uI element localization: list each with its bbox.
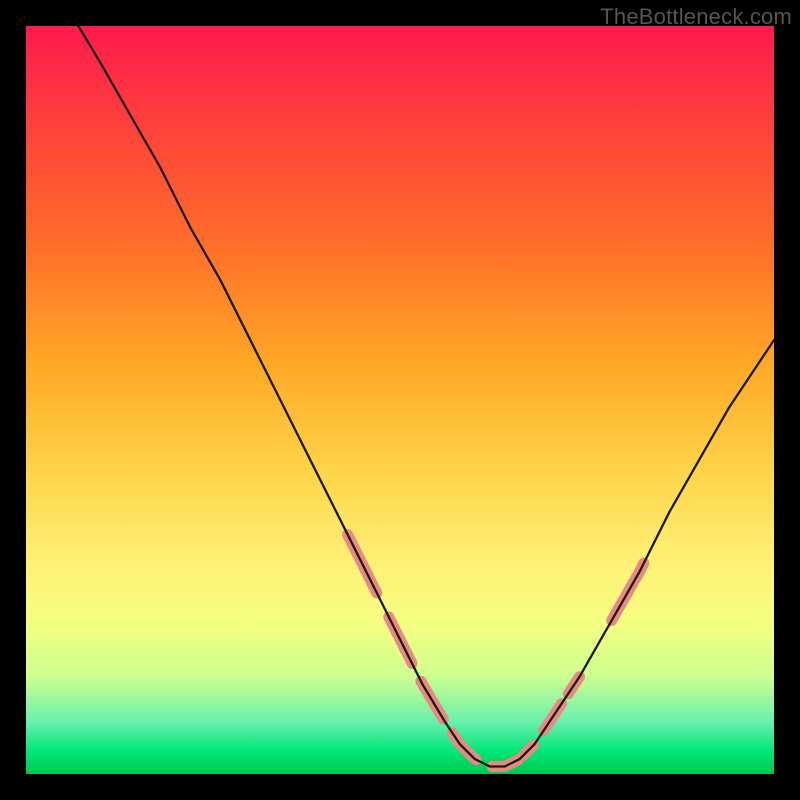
curve-svg xyxy=(26,26,774,774)
plot-area xyxy=(26,26,774,774)
chart-frame: TheBottleneck.com xyxy=(0,0,800,800)
highlight-group xyxy=(348,535,644,767)
bottleneck-curve xyxy=(78,26,774,767)
